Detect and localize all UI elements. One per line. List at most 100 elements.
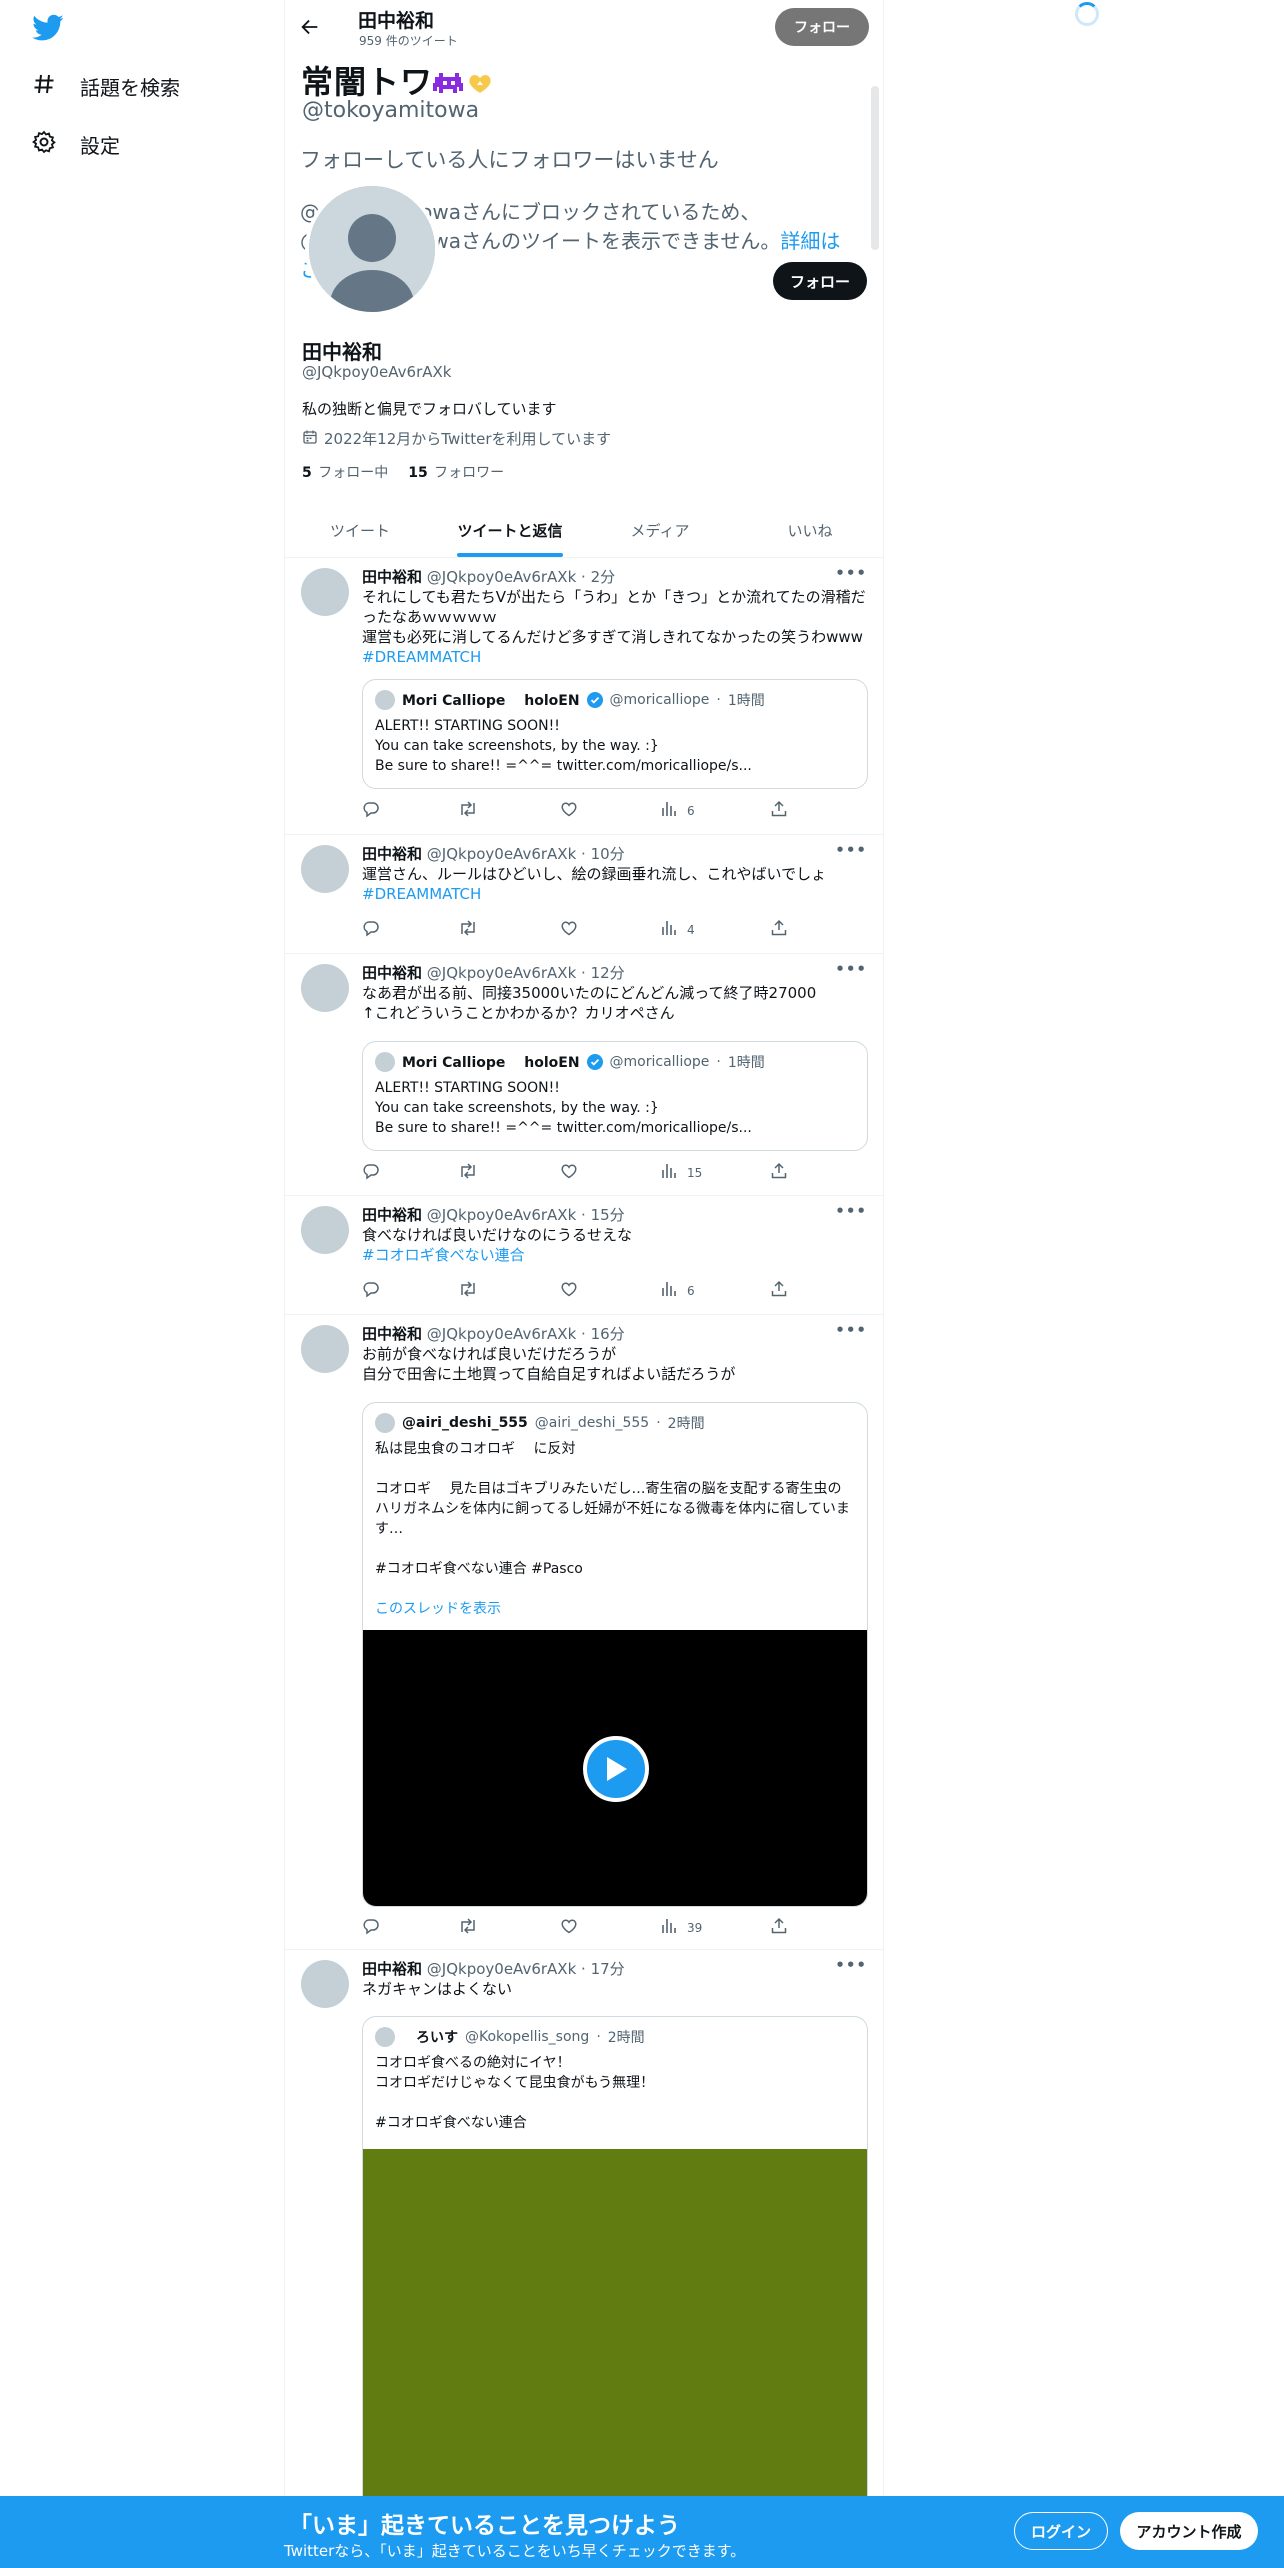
like-button[interactable] — [560, 1162, 578, 1183]
quoted-tweet[interactable]: ろいす @Kokopellis_song · 2時間 コオロギ食べるの絶対にイヤ！ コ… — [362, 2016, 868, 2568]
tweet-handle[interactable]: @JQkpoy0eAv6rAXk — [427, 568, 576, 586]
tweet-item[interactable]: 田中裕和 @JQkpoy0eAv6rAXk · 15分 ••• 食べなければ良い… — [285, 1196, 883, 1315]
tweet-time[interactable]: 17分 — [591, 1960, 625, 1978]
play-button-icon[interactable] — [583, 1736, 649, 1802]
more-options-icon[interactable]: ••• — [835, 841, 867, 859]
tweet-author-name[interactable]: 田中裕和 — [362, 964, 422, 982]
like-button[interactable] — [560, 1917, 578, 1938]
joined-text: 2022年12月からTwitterを利用しています — [324, 430, 612, 448]
overlay-scrollbar[interactable] — [871, 86, 879, 250]
reply-button[interactable] — [362, 1162, 380, 1183]
views-button[interactable]: 6 — [660, 1280, 695, 1301]
views-button[interactable]: 15 — [660, 1162, 702, 1183]
views-button[interactable]: 39 — [660, 1917, 702, 1938]
nav-settings[interactable]: 設定 — [32, 124, 120, 164]
tweet-avatar[interactable] — [301, 845, 349, 893]
tweet-time[interactable]: 16分 — [591, 1325, 625, 1343]
like-button[interactable] — [560, 800, 578, 821]
reply-button[interactable] — [362, 800, 380, 821]
tweet-time[interactable]: 10分 — [591, 845, 625, 863]
header-follow-button[interactable]: フォロー — [775, 8, 869, 46]
retweet-button[interactable] — [458, 800, 478, 821]
video-player[interactable] — [363, 1630, 867, 1906]
tweet-handle[interactable]: @JQkpoy0eAv6rAXk — [427, 1206, 576, 1224]
share-button[interactable] — [770, 1917, 788, 1938]
profile-name: 田中裕和 — [302, 340, 382, 364]
share-button[interactable] — [770, 1280, 788, 1301]
share-button[interactable] — [770, 800, 788, 821]
retweet-button[interactable] — [458, 919, 478, 940]
share-button[interactable] — [770, 919, 788, 940]
tweet-handle[interactable]: @JQkpoy0eAv6rAXk — [427, 1960, 576, 1978]
quote-handle: @airi_deshi_555 — [534, 1415, 650, 1431]
tweet-item[interactable]: 田中裕和 @JQkpoy0eAv6rAXk · 16分 ••• お前が食べなけれ… — [285, 1315, 883, 1950]
tweet-handle[interactable]: @JQkpoy0eAv6rAXk — [427, 845, 576, 863]
quoted-tweet[interactable]: Mori Calliope holoEN @moricalliope · 1時間 AL… — [362, 679, 868, 789]
tweet-author-name[interactable]: 田中裕和 — [362, 845, 422, 863]
like-button[interactable] — [560, 1280, 578, 1301]
twitter-bird-icon[interactable] — [32, 14, 66, 44]
views-chart-icon — [660, 800, 678, 821]
profile-avatar[interactable] — [305, 182, 439, 316]
tweet-item[interactable]: 田中裕和 @JQkpoy0eAv6rAXk · 10分 ••• 運営さん、ルール… — [285, 835, 883, 954]
tweet-avatar[interactable] — [301, 964, 349, 1012]
more-options-icon[interactable]: ••• — [835, 1202, 867, 1220]
tweet-author-name[interactable]: 田中裕和 — [362, 1960, 422, 1978]
retweet-button[interactable] — [458, 1917, 478, 1938]
tweet-time[interactable]: 2分 — [591, 568, 616, 586]
tweet-author-name[interactable]: 田中裕和 — [362, 1325, 422, 1343]
tweet-avatar[interactable] — [301, 1960, 349, 2008]
retweet-button[interactable] — [458, 1162, 478, 1183]
more-options-icon[interactable]: ••• — [835, 564, 867, 582]
quoted-tweet[interactable]: Mori Calliope holoEN @moricalliope · 1時間 AL… — [362, 1041, 868, 1151]
views-button[interactable]: 4 — [660, 919, 695, 940]
follow-button[interactable]: フォロー — [773, 262, 867, 300]
tab-tweets-and-replies[interactable]: ツイートと返信 — [435, 504, 585, 557]
tweet-avatar[interactable] — [301, 1325, 349, 1373]
nav-explore[interactable]: 話題を検索 — [32, 66, 180, 106]
show-thread-link[interactable]: このスレッドを表示 — [375, 1599, 855, 1619]
tweet-author-name[interactable]: 田中裕和 — [362, 1206, 422, 1224]
quoted-tweet[interactable]: @airi_deshi_555 @airi_deshi_555 · 2時間 私は昆虫食… — [362, 1402, 868, 1907]
views-button[interactable]: 6 — [660, 800, 695, 821]
tweet-time[interactable]: 15分 — [591, 1206, 625, 1224]
login-button[interactable]: ログイン — [1014, 2512, 1108, 2550]
tweet-hashtag[interactable]: #DREAMMATCH — [362, 647, 872, 667]
retweet-button[interactable] — [458, 1280, 478, 1301]
followers-link[interactable]: 15 フォロワー — [408, 462, 504, 482]
tweet-item[interactable]: 田中裕和 @JQkpoy0eAv6rAXk · 12分 ••• なあ君が出る前、… — [285, 954, 883, 1196]
tweet-item[interactable]: 田中裕和 @JQkpoy0eAv6rAXk · 17分 ••• ネガキャンはよく… — [285, 1950, 883, 2568]
tweet-handle[interactable]: @JQkpoy0eAv6rAXk — [427, 964, 576, 982]
reply-button[interactable] — [362, 919, 380, 940]
quote-text: ALERT!! STARTING SOON!! You can take scr… — [375, 1080, 752, 1136]
signup-button[interactable]: アカウント作成 — [1120, 2512, 1258, 2550]
tweet-avatar[interactable] — [301, 1206, 349, 1254]
tweet-avatar[interactable] — [301, 568, 349, 616]
tweet-hashtag[interactable]: #DREAMMATCH — [362, 884, 872, 904]
following-link[interactable]: 5 フォロー中 — [302, 462, 388, 482]
reply-button[interactable] — [362, 1917, 380, 1938]
gear-icon — [32, 130, 56, 158]
more-options-icon[interactable]: ••• — [835, 960, 867, 978]
tab-media[interactable]: メディア — [585, 504, 735, 557]
tweet-author-name[interactable]: 田中裕和 — [362, 568, 422, 586]
following-label: フォロー中 — [318, 465, 389, 481]
reply-icon — [362, 1162, 380, 1183]
share-button[interactable] — [770, 1162, 788, 1183]
tab-tweets[interactable]: ツイート — [285, 504, 435, 557]
like-button[interactable] — [560, 919, 578, 940]
tab-likes[interactable]: いいね — [735, 504, 883, 557]
followers-label: フォロワー — [434, 465, 505, 481]
tweet-handle[interactable]: @JQkpoy0eAv6rAXk — [427, 1325, 576, 1343]
retweet-icon — [458, 1162, 478, 1183]
tweet-header: 田中裕和 @JQkpoy0eAv6rAXk · 12分 — [362, 964, 625, 982]
quote-time: 1時間 — [727, 1055, 765, 1071]
back-arrow-icon[interactable] — [299, 16, 321, 42]
more-options-icon[interactable]: ••• — [835, 1321, 867, 1339]
tweet-item[interactable]: 田中裕和 @JQkpoy0eAv6rAXk · 2分 ••• それにしても君たち… — [285, 558, 883, 835]
tweet-time[interactable]: 12分 — [591, 964, 625, 982]
more-options-icon[interactable]: ••• — [835, 1956, 867, 1974]
tweet-hashtag[interactable]: #コオロギ食べない連合 — [362, 1245, 872, 1265]
reply-button[interactable] — [362, 1280, 380, 1301]
heart-icon — [560, 800, 578, 821]
